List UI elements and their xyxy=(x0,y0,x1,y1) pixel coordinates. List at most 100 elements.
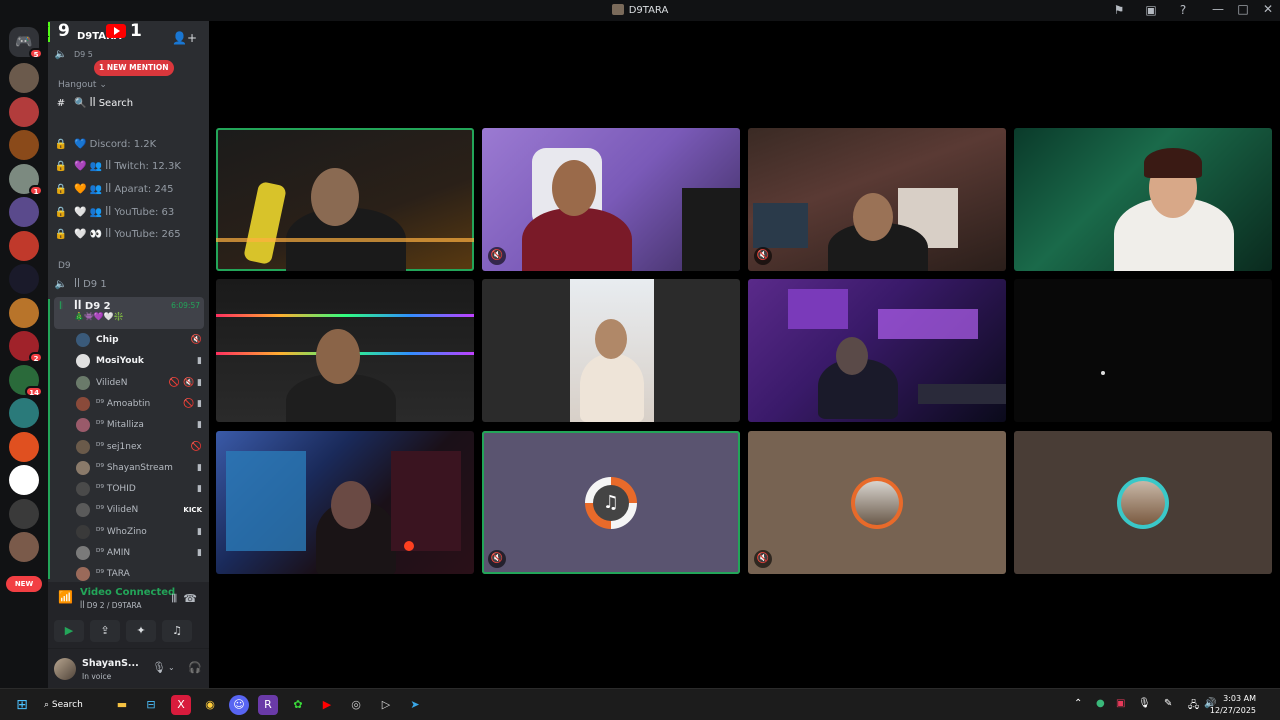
screenshare-button[interactable]: ⇪ xyxy=(90,620,120,642)
tray-app-icon-2[interactable]: ▣ xyxy=(1116,698,1125,709)
telegram-icon[interactable]: ➤ xyxy=(405,695,425,715)
invite-people-icon[interactable]: 👤+ xyxy=(172,31,197,45)
video-tile[interactable]: 🔇 xyxy=(748,431,1006,574)
soundboard-button[interactable]: ♫ xyxy=(162,620,192,642)
video-tile[interactable] xyxy=(1014,431,1272,574)
title-actions: ⚑ ▣ ? xyxy=(1112,3,1190,17)
voice-user[interactable]: ᴰ⁹ Amoabtin 🚫 ▮ xyxy=(76,394,202,414)
avatar[interactable] xyxy=(54,658,76,680)
video-tile[interactable] xyxy=(216,431,474,574)
muted-icon: 🔇 xyxy=(754,550,772,568)
voice-user[interactable]: ᴰ⁹ AMIN ▮ xyxy=(76,543,202,563)
guild-icon[interactable] xyxy=(9,197,39,227)
voice-location[interactable]: ꟾꟾ D9 2 / D9TARA xyxy=(80,601,142,610)
discord-home-icon[interactable]: 🎮 5 xyxy=(9,27,43,59)
file-explorer-icon[interactable]: ▬ xyxy=(112,695,132,715)
channel-d9-2[interactable]: 𝄃 ꟾꟾ D9 2 🎄👾💜🤍❇️ 6:09:57 xyxy=(54,297,204,329)
inbox-flag-icon[interactable]: ⚑ xyxy=(1112,3,1126,17)
tray-pen-icon[interactable]: ✎ xyxy=(1164,698,1172,709)
guild-icon[interactable] xyxy=(9,96,39,127)
guild-icon[interactable] xyxy=(9,63,39,93)
guild-icon[interactable] xyxy=(9,264,39,294)
guild-icon[interactable] xyxy=(9,498,39,529)
guild-icon[interactable]: 2 xyxy=(9,331,43,363)
maximize-button[interactable]: □ xyxy=(1233,2,1253,16)
guild-icon[interactable] xyxy=(9,130,39,160)
voice-user[interactable]: ᴰ⁹ TOHID ▮ xyxy=(76,479,202,499)
channel-d9-1[interactable]: 🔈 ꟾꟾ D9 1 xyxy=(54,274,204,294)
category-d9[interactable]: D9 xyxy=(58,261,71,271)
person-body xyxy=(580,354,644,422)
clock[interactable]: 3:03 AM 12/27/2025 xyxy=(1210,693,1256,717)
light-shape xyxy=(878,309,978,339)
media-player-icon[interactable]: ▷ xyxy=(376,695,396,715)
stat-channel[interactable]: 🔒 💙 Discord: 1.2K xyxy=(54,134,204,154)
video-tile[interactable]: 🔇 xyxy=(748,128,1006,271)
voice-user[interactable]: VilideN 🚫 🔇 ▮ xyxy=(76,373,202,393)
tray-app-icon[interactable]: ● xyxy=(1096,698,1105,709)
stat-channel[interactable]: 🔒 🧡 👥 ꟾꟾ Aparat: 245 xyxy=(54,179,204,199)
noise-suppression-icon[interactable]: 𝄃𝄃 xyxy=(172,592,177,606)
activities-button[interactable]: ✦ xyxy=(126,620,156,642)
voice-user[interactable]: ᴰ⁹ VilideN KICK xyxy=(76,500,202,520)
new-mention-pill[interactable]: 1 NEW MENTION xyxy=(94,60,174,76)
mic-options-chevron-icon[interactable]: ⌄ xyxy=(168,663,175,672)
video-tile[interactable] xyxy=(1014,128,1272,271)
guild-icon[interactable]: 1 xyxy=(9,163,43,196)
headphones-icon[interactable]: 🎧 xyxy=(188,661,202,674)
voice-active-icon: 𝄃 xyxy=(59,301,63,312)
discord-icon[interactable]: ☺ xyxy=(229,695,249,715)
video-tile[interactable] xyxy=(1014,279,1272,422)
minimize-button[interactable]: — xyxy=(1208,2,1228,16)
app-x-icon[interactable]: X xyxy=(171,695,191,715)
guild-icon[interactable]: 14 xyxy=(9,364,43,397)
video-tile[interactable] xyxy=(482,279,740,422)
stat-channel[interactable]: 🔒 🤍 👀 ꟾꟾ YouTube: 265 xyxy=(54,225,204,245)
help-icon[interactable]: ? xyxy=(1176,3,1190,17)
voice-user[interactable]: ᴰ⁹ Mitalliza ▮ xyxy=(76,415,202,435)
app-green-icon[interactable]: ✿ xyxy=(288,695,308,715)
tray-mic-icon[interactable]: 🎙 xyxy=(1138,698,1151,709)
category-hangout[interactable]: Hangout ⌄ xyxy=(58,80,107,90)
channel-label: 🤍 👀 ꟾꟾ YouTube: 265 xyxy=(74,229,181,241)
guild-icon[interactable] xyxy=(9,297,39,328)
tray-chevron-icon[interactable]: ⌃ xyxy=(1074,698,1082,709)
guild-icon[interactable] xyxy=(9,532,39,562)
video-tile[interactable]: 🔇 xyxy=(482,128,740,271)
stat-channel[interactable]: 🔒 💜 👥 ꟾꟾ Twitch: 12.3K xyxy=(54,157,204,177)
video-tile[interactable]: ♫ 🔇 xyxy=(482,431,740,574)
youtube-icon[interactable]: ▶ xyxy=(317,695,337,715)
guild-icon[interactable] xyxy=(9,398,39,428)
avatar xyxy=(76,460,90,475)
app-r-icon[interactable]: R xyxy=(258,695,278,715)
voice-user[interactable]: ᴰ⁹ ShayanStream ▮ xyxy=(76,458,202,478)
video-tile[interactable] xyxy=(216,279,474,422)
chrome-icon[interactable]: ◉ xyxy=(200,695,220,715)
camera-button[interactable]: ▶ xyxy=(54,620,84,642)
voice-user[interactable]: ᴰ⁹ sej1nex 🚫 xyxy=(76,437,202,457)
channel-d9-5[interactable]: 🔈 D9 5 xyxy=(54,47,204,61)
monitor-shape xyxy=(682,188,740,271)
guild-icon[interactable] xyxy=(9,465,39,495)
mic-icon[interactable]: 🎙 xyxy=(152,661,166,674)
stat-channel[interactable]: 🔒 🤍 👥 ꟾꟾ YouTube: 63 xyxy=(54,202,204,222)
voice-user[interactable]: Chip 🔇 xyxy=(76,330,202,350)
store-icon[interactable]: ⊟ xyxy=(141,695,161,715)
taskbar-search[interactable]: ⌕ Search xyxy=(44,695,102,715)
windows-start-icon[interactable]: ⊞ xyxy=(12,695,32,715)
guild-icon[interactable] xyxy=(9,230,39,261)
voice-user[interactable]: ᴰ⁹ WhoZino ▮ xyxy=(76,522,202,542)
voice-status[interactable]: Video Connected xyxy=(80,587,175,598)
channel-search[interactable]: # 🔍 ꟾꟾ Search xyxy=(54,93,204,113)
guild-icon[interactable] xyxy=(9,431,39,462)
avatar xyxy=(76,375,90,390)
obs-icon[interactable]: ◎ xyxy=(346,695,366,715)
disconnect-icon[interactable]: ☎ xyxy=(183,592,197,605)
network-icon[interactable]: 🖧 xyxy=(1188,698,1199,715)
voice-user[interactable]: MosiYouk ▮ xyxy=(76,351,202,371)
user-name[interactable]: ShayanS... xyxy=(82,658,139,669)
video-tile[interactable] xyxy=(216,128,474,271)
inbox-icon[interactable]: ▣ xyxy=(1144,3,1158,17)
video-tile[interactable] xyxy=(748,279,1006,422)
close-button[interactable]: ✕ xyxy=(1258,2,1278,16)
